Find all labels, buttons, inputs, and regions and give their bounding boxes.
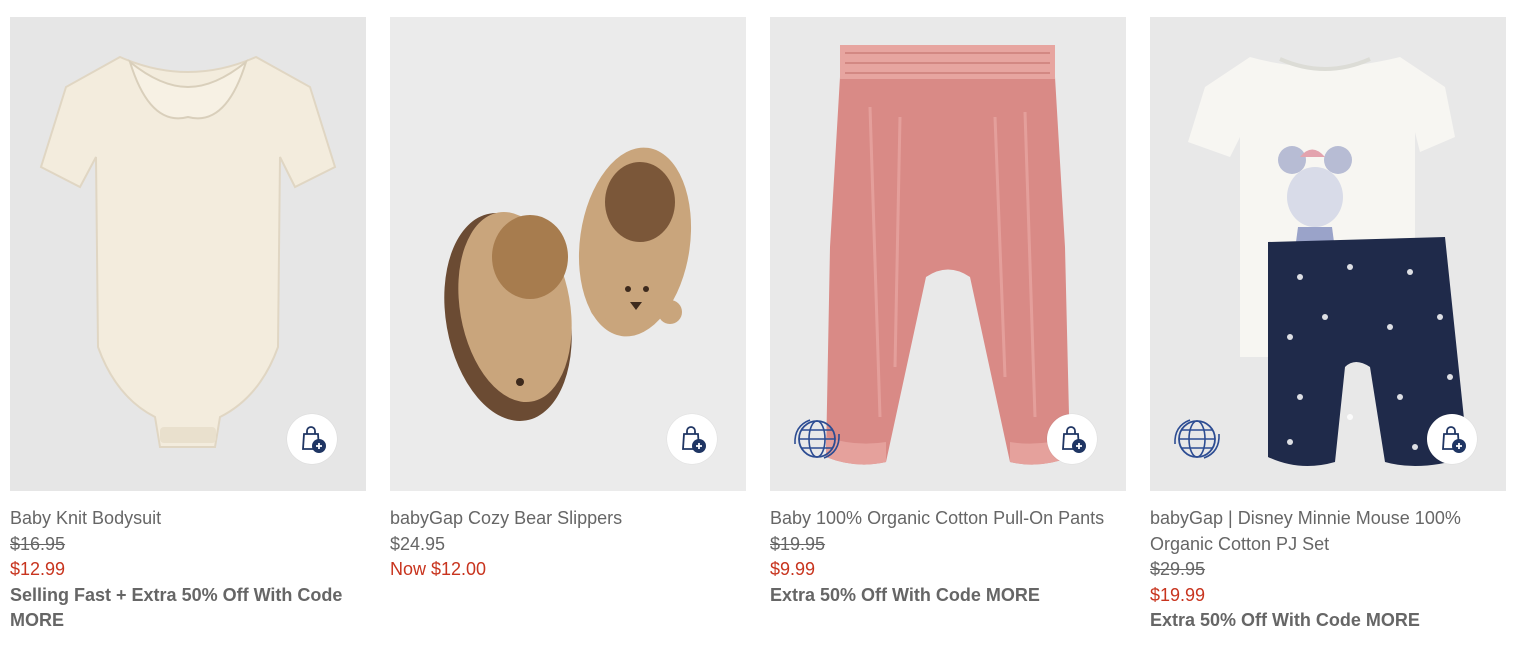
product-card[interactable]: Baby 100% Organic Cotton Pull-On Pants $… [770,17,1126,608]
globe-sustainability-icon [1174,419,1220,459]
product-card[interactable]: babyGap | Disney Minnie Mouse 100% Organ… [1150,17,1506,634]
shopping-bag-plus-icon [682,426,706,453]
promo-text: Selling Fast + Extra 50% Off With Code M… [10,584,343,631]
globe-sustainability-icon [794,419,840,459]
original-price: $29.95 [1150,559,1206,580]
original-price: $16.95 [10,533,66,554]
sale-price: $19.99 [1150,584,1206,605]
product-card[interactable]: babyGap Cozy Bear Slippers $24.95 Now $1… [390,17,746,583]
sustainability-badge[interactable] [1172,414,1222,464]
product-info: babyGap | Disney Minnie Mouse 100% Organ… [1150,491,1506,634]
quick-add-button[interactable] [1047,414,1097,464]
quick-add-button[interactable] [1427,414,1477,464]
price: $24.95 [390,533,446,554]
promo-text: Extra 50% Off With Code MORE [1150,610,1420,631]
product-name[interactable]: Baby Knit Bodysuit [10,506,366,532]
promo-text: Extra 50% Off With Code MORE [770,584,1040,605]
product-info: babyGap Cozy Bear Slippers $24.95 Now $1… [390,491,746,583]
shopping-bag-plus-icon [1062,426,1086,453]
shopping-bag-plus-icon [302,426,326,453]
sustainability-badge[interactable] [792,414,842,464]
product-image[interactable] [390,17,746,491]
product-info: Baby Knit Bodysuit $16.95 $12.99 Selling… [10,491,366,634]
product-name[interactable]: Baby 100% Organic Cotton Pull-On Pants [770,506,1126,532]
product-name[interactable]: babyGap | Disney Minnie Mouse 100% Organ… [1150,506,1506,557]
product-image[interactable] [10,17,366,491]
product-image[interactable] [1150,17,1506,491]
shopping-bag-plus-icon [1442,426,1466,453]
sale-price: $9.99 [770,559,816,580]
product-card[interactable]: Baby Knit Bodysuit $16.95 $12.99 Selling… [10,17,366,634]
original-price: $19.95 [770,533,826,554]
product-info: Baby 100% Organic Cotton Pull-On Pants $… [770,491,1126,608]
product-image[interactable] [770,17,1126,491]
product-grid: Baby Knit Bodysuit $16.95 $12.99 Selling… [0,0,1536,651]
quick-add-button[interactable] [287,414,337,464]
sale-price: $12.99 [10,559,66,580]
quick-add-button[interactable] [667,414,717,464]
product-name[interactable]: babyGap Cozy Bear Slippers [390,506,746,532]
now-price: Now $12.00 [390,559,487,580]
